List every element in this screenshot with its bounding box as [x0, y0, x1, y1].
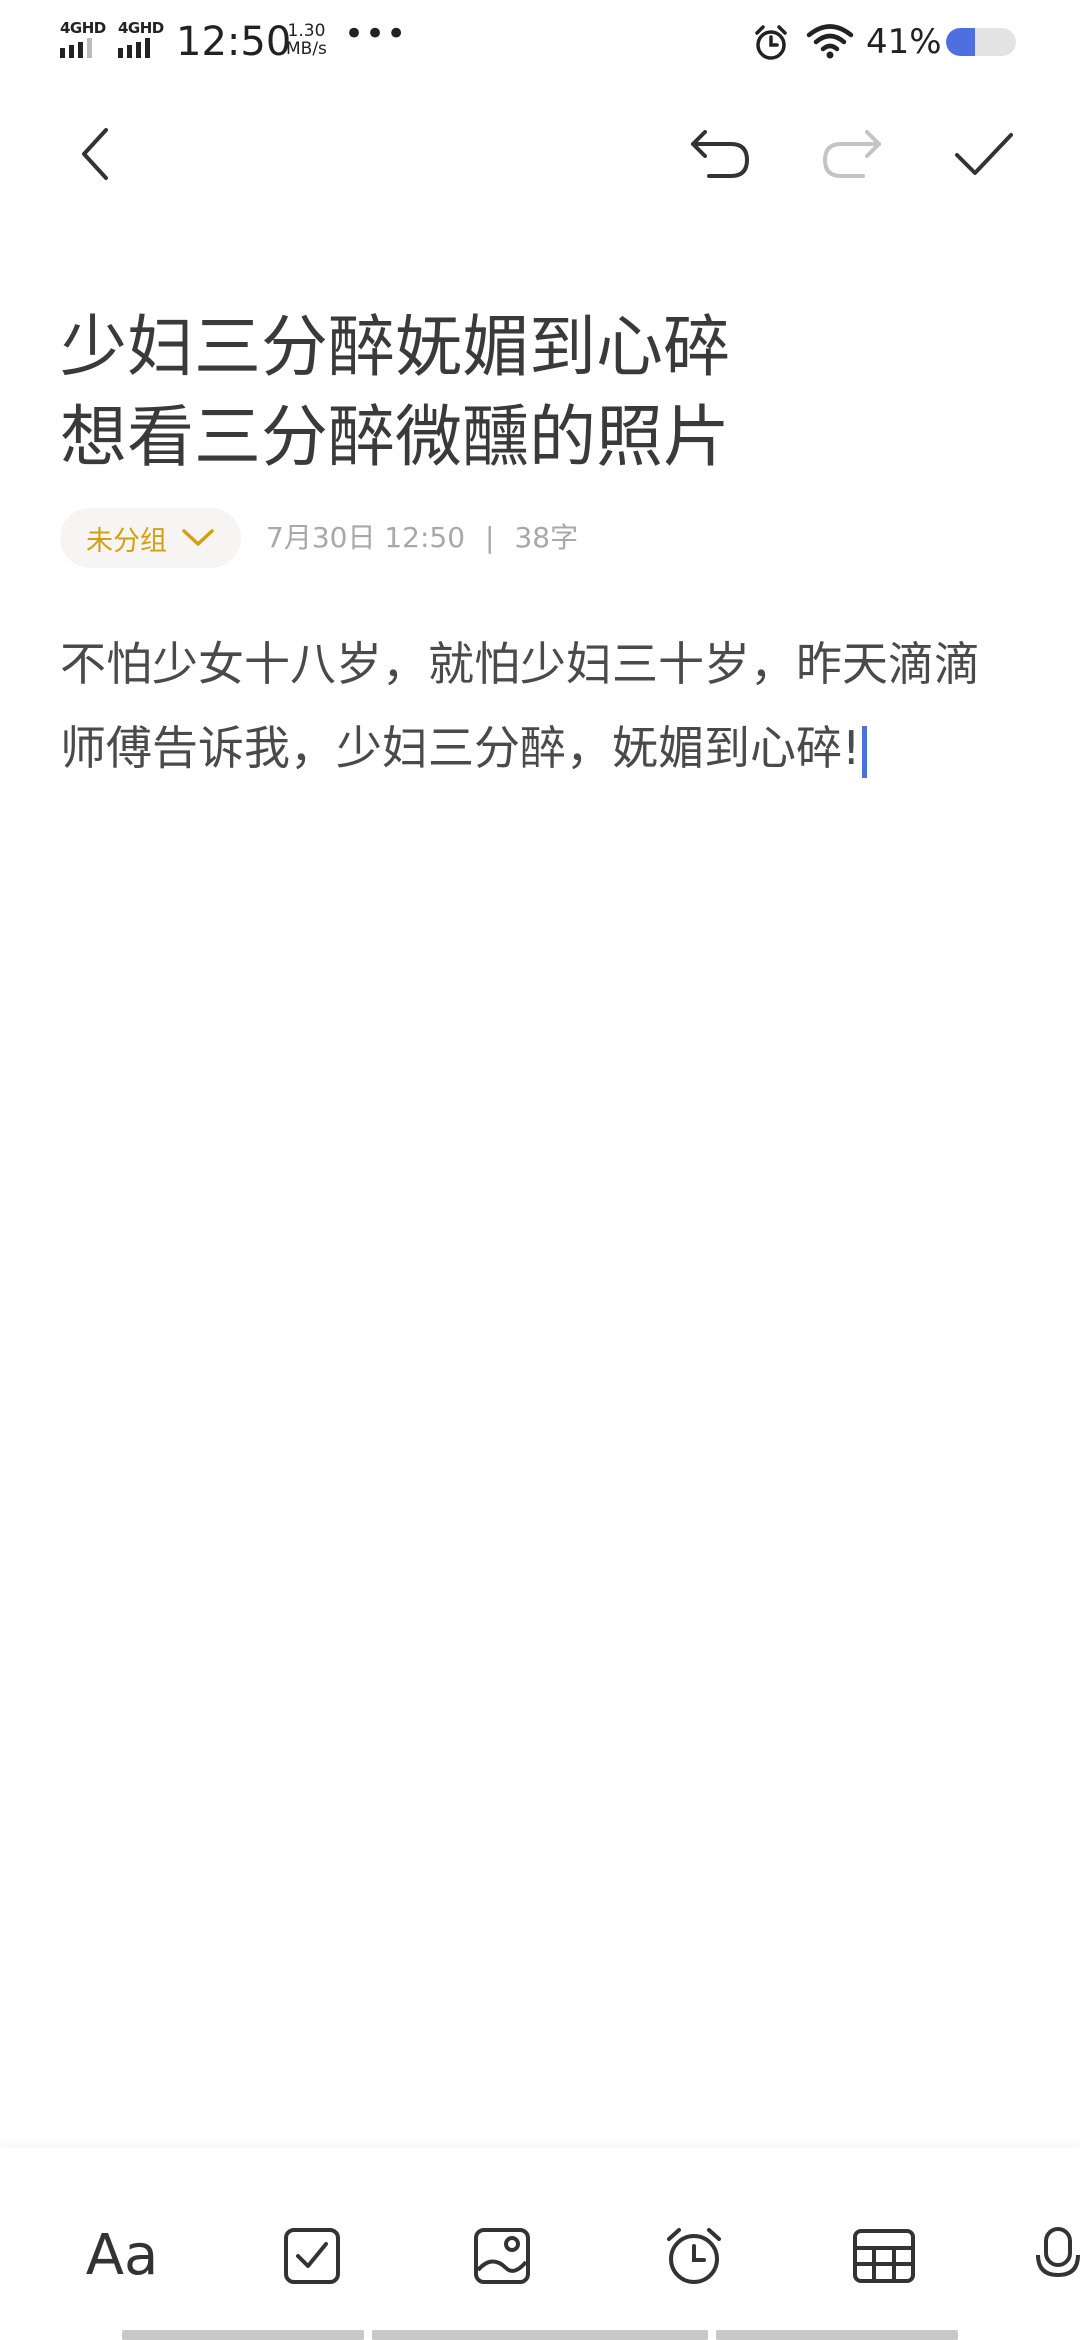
alarm-status-icon: [752, 24, 790, 66]
redo-icon: [822, 130, 881, 178]
signal-bars-icon: [60, 38, 92, 58]
network-type-label: 4GHD: [118, 19, 164, 37]
redo-button[interactable]: [816, 118, 888, 190]
microphone-icon: [1036, 2227, 1080, 2278]
group-label: 未分组: [86, 525, 167, 557]
scroll-indicator: [716, 2330, 958, 2340]
reminder-button[interactable]: [656, 2218, 732, 2294]
back-button[interactable]: [60, 118, 132, 190]
more-notifications-icon: •••: [344, 14, 408, 54]
note-meta: 7月30日 12:50 | 38字: [266, 518, 578, 558]
note-date: 7月30日 12:50: [266, 521, 466, 554]
note-title-line: 想看三分醉微醺的照片: [60, 398, 730, 476]
note-body-line: 不怕少女十八岁，就怕少妇三十岁，昨天滴滴: [60, 637, 980, 691]
image-icon: [474, 2228, 530, 2284]
scroll-indicator: [122, 2330, 364, 2340]
network-speed-value: 1.30: [287, 21, 326, 41]
wifi-icon: [806, 24, 854, 64]
bottom-toolbar: Aa: [0, 2148, 1080, 2340]
network-speed: 1.30 MB/s: [286, 22, 327, 58]
chevron-down-icon: [182, 529, 214, 546]
insert-image-button[interactable]: [464, 2218, 540, 2294]
battery-percentage: 41%: [866, 22, 942, 62]
insert-table-button[interactable]: [846, 2218, 922, 2294]
undo-icon: [691, 130, 750, 178]
signal-indicator-1: 4GHD: [60, 20, 106, 58]
char-count: 38字: [514, 521, 579, 554]
note-body-line: 师傅告诉我，少妇三分醉，妩媚到心碎!: [60, 721, 861, 775]
note-body-editor[interactable]: 不怕少女十八岁，就怕少妇三十岁，昨天滴滴 师傅告诉我，少妇三分醉，妩媚到心碎!: [60, 622, 1030, 790]
signal-bars-icon: [118, 38, 150, 58]
meta-separator: |: [485, 521, 495, 554]
checklist-icon: [284, 2228, 340, 2284]
alarm-icon: [667, 2228, 721, 2284]
clock: 12:50: [176, 19, 292, 65]
text-cursor: [862, 725, 868, 778]
done-button[interactable]: [948, 118, 1020, 190]
text-format-icon: Aa: [85, 2223, 159, 2288]
checklist-button[interactable]: [274, 2218, 350, 2294]
battery-icon: [946, 28, 1016, 56]
table-icon: [853, 2229, 915, 2283]
status-bar: 4GHD 4GHD 12:50 1.30 MB/s ••• 41%: [0, 0, 1080, 86]
note-title[interactable]: 少妇三分醉妩媚到心碎 想看三分醉微醺的照片: [60, 302, 1020, 482]
note-title-line: 少妇三分醉妩媚到心碎: [60, 308, 730, 386]
signal-indicator-2: 4GHD: [118, 20, 164, 58]
scroll-indicator: [372, 2330, 708, 2340]
text-format-button[interactable]: Aa: [84, 2218, 160, 2294]
group-selector[interactable]: 未分组: [60, 508, 241, 568]
network-type-label: 4GHD: [60, 19, 106, 37]
check-icon: [955, 133, 1013, 175]
chevron-left-icon: [82, 128, 108, 180]
undo-button[interactable]: [684, 118, 756, 190]
battery-level-fill: [946, 28, 975, 56]
voice-input-button[interactable]: [1036, 2218, 1080, 2294]
network-speed-unit: MB/s: [286, 39, 327, 59]
